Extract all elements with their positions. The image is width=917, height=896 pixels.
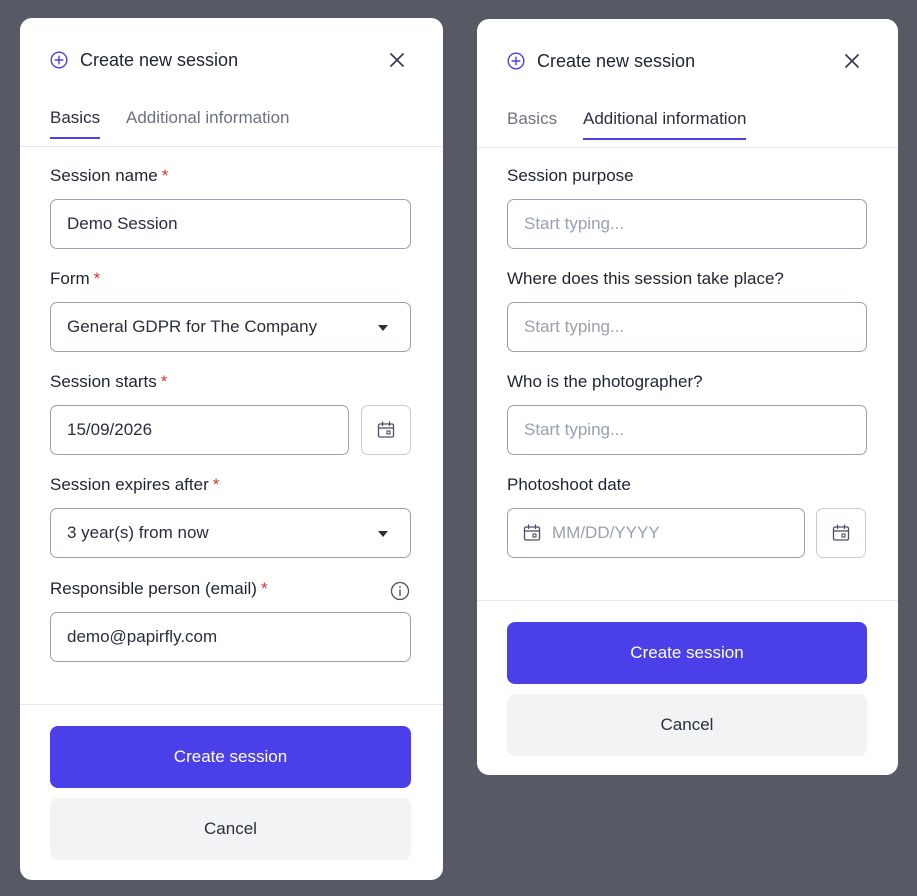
calendar-button[interactable] <box>816 508 866 558</box>
session-starts-input[interactable]: 15/09/2026 <box>50 405 349 455</box>
form-label: Form * <box>50 269 101 288</box>
tab-divider <box>20 146 443 147</box>
info-icon[interactable] <box>390 581 410 601</box>
dialog-tabs: Basics Additional information <box>50 108 443 146</box>
create-session-dialog-additional: Create new session Basics Additional inf… <box>477 19 898 775</box>
close-icon[interactable] <box>842 51 862 71</box>
cancel-button[interactable]: Cancel <box>507 694 867 756</box>
tab-basics[interactable]: Basics <box>507 109 557 139</box>
photoshoot-date-input[interactable]: MM/DD/YYYY <box>507 508 805 558</box>
photographer-label: Who is the photographer? <box>507 372 703 391</box>
tab-divider <box>477 147 898 148</box>
tab-basics[interactable]: Basics <box>50 108 101 139</box>
calendar-button[interactable] <box>361 405 411 455</box>
calendar-icon <box>832 524 850 541</box>
close-icon[interactable] <box>387 50 407 70</box>
responsible-person-email-input[interactable]: demo@papirfly.com <box>50 612 411 662</box>
dialog-tabs: Basics Additional information <box>507 109 898 147</box>
required-mark: * <box>160 372 168 391</box>
location-input[interactable]: Start typing... <box>507 302 867 352</box>
plus-circle-icon <box>50 51 68 69</box>
location-label: Where does this session take place? <box>507 269 784 288</box>
dialog-header: Create new session <box>50 48 413 72</box>
create-session-button[interactable]: Create session <box>50 726 411 788</box>
footer-divider <box>477 600 898 601</box>
session-name-label: Session name * <box>50 166 169 185</box>
required-mark: * <box>260 579 268 598</box>
session-purpose-input[interactable]: Start typing... <box>507 199 867 249</box>
tab-additional-information[interactable]: Additional information <box>583 109 747 140</box>
photoshoot-date-label: Photoshoot date <box>507 475 631 494</box>
session-starts-label: Session starts * <box>50 372 168 391</box>
calendar-icon <box>523 524 541 541</box>
session-expires-select[interactable]: 3 year(s) from now <box>50 508 411 558</box>
plus-circle-icon <box>507 52 525 70</box>
required-mark: * <box>93 269 101 288</box>
responsible-person-label: Responsible person (email) * <box>50 579 268 598</box>
dialog-title: Create new session <box>537 50 696 71</box>
create-session-button[interactable]: Create session <box>507 622 867 684</box>
session-purpose-label: Session purpose <box>507 166 634 185</box>
cancel-button[interactable]: Cancel <box>50 798 411 860</box>
chevron-down-icon <box>378 325 388 331</box>
calendar-icon <box>377 421 395 438</box>
form-select[interactable]: General GDPR for The Company <box>50 302 411 352</box>
dialog-title: Create new session <box>80 49 239 70</box>
photographer-input[interactable]: Start typing... <box>507 405 867 455</box>
create-session-dialog-basics: Create new session Basics Additional inf… <box>20 18 443 880</box>
footer-divider <box>20 704 443 705</box>
required-mark: * <box>161 166 169 185</box>
dialog-header: Create new session <box>507 49 868 73</box>
session-expires-label: Session expires after * <box>50 475 220 494</box>
required-mark: * <box>212 475 220 494</box>
chevron-down-icon <box>378 531 388 537</box>
session-name-input[interactable]: Demo Session <box>50 199 411 249</box>
tab-additional-information[interactable]: Additional information <box>126 108 289 138</box>
